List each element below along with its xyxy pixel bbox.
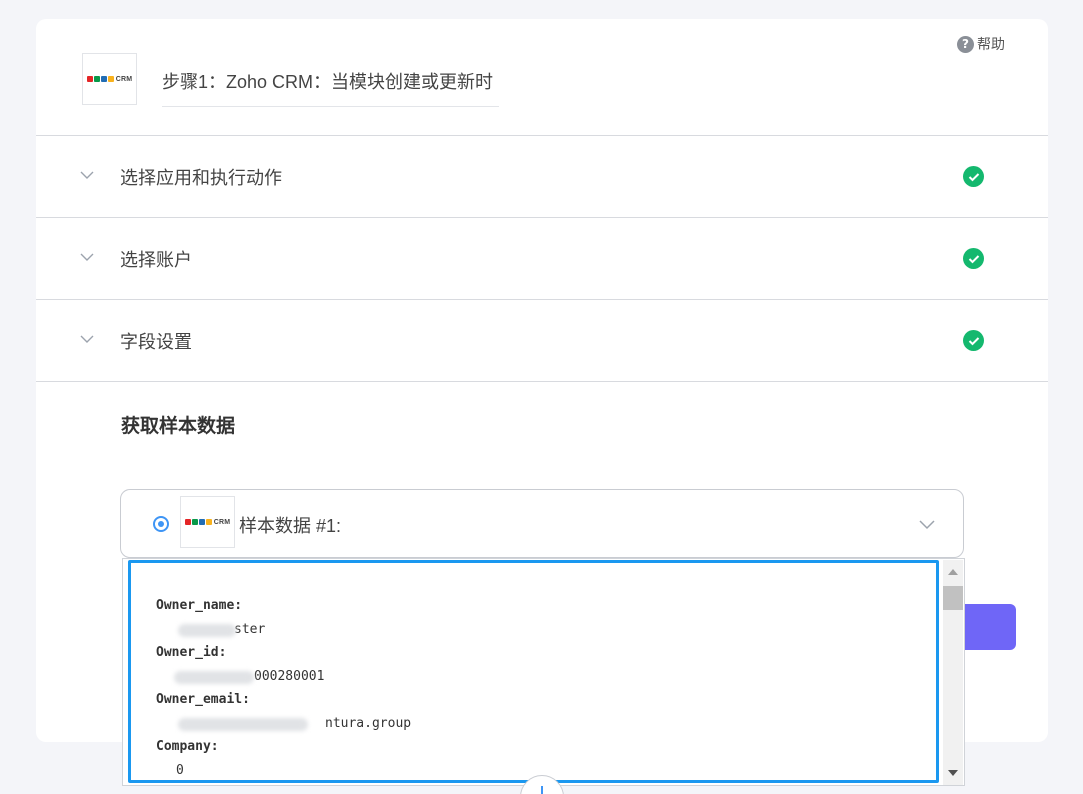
- scroll-up-arrow-icon[interactable]: [948, 569, 958, 575]
- scrollbar-thumb[interactable]: [943, 586, 963, 610]
- scrollbar[interactable]: [943, 560, 963, 785]
- chevron-down-icon: [80, 335, 94, 343]
- help-label: 帮助: [977, 36, 1005, 52]
- help-link[interactable]: ? 帮助: [957, 34, 1005, 54]
- section-field-settings[interactable]: 字段设置: [36, 299, 1048, 381]
- zoho-crm-logo: CRM: [180, 496, 235, 548]
- section-select-app-action[interactable]: 选择应用和执行动作: [36, 135, 1048, 217]
- field-key: Owner_email:: [156, 692, 250, 707]
- field-key: Company:: [156, 739, 219, 754]
- sample-data-list: Owner_name: ster Owner_id: 000280001 Own…: [128, 560, 939, 783]
- section-label: 字段设置: [120, 331, 192, 352]
- question-circle-icon: ?: [957, 35, 974, 53]
- section-select-account[interactable]: 选择账户: [36, 217, 1048, 299]
- section-label: 选择应用和执行动作: [120, 167, 282, 188]
- field-key: Owner_id:: [156, 645, 227, 660]
- sample-data-select[interactable]: CRM 样本数据 #1:: [120, 489, 964, 558]
- scroll-down-arrow-icon[interactable]: [948, 770, 958, 776]
- sample-data-heading: 获取样本数据: [121, 416, 236, 437]
- field-value: ster: [156, 618, 936, 642]
- check-circle-icon: [963, 330, 984, 351]
- field-key: Owner_name:: [156, 598, 243, 613]
- field-value: 000280001: [156, 665, 936, 689]
- chevron-down-icon: [80, 171, 94, 179]
- section-divider: [36, 381, 1048, 382]
- sample-data-label: 样本数据 #1:: [239, 516, 342, 536]
- radio-selected[interactable]: [153, 516, 169, 532]
- chevron-down-icon: [80, 253, 94, 261]
- chevron-down-icon: [919, 520, 935, 530]
- check-circle-icon: [963, 166, 984, 187]
- step-title: 步骤1：Zoho CRM：当模块创建或更新时: [162, 58, 499, 107]
- sample-data-dropdown[interactable]: Owner_name: ster Owner_id: 000280001 Own…: [122, 558, 965, 786]
- connector-line: [541, 786, 543, 794]
- field-value: ntura.group: [156, 712, 936, 736]
- zoho-crm-logo: CRM: [82, 53, 137, 105]
- check-circle-icon: [963, 248, 984, 269]
- section-label: 选择账户: [120, 249, 192, 270]
